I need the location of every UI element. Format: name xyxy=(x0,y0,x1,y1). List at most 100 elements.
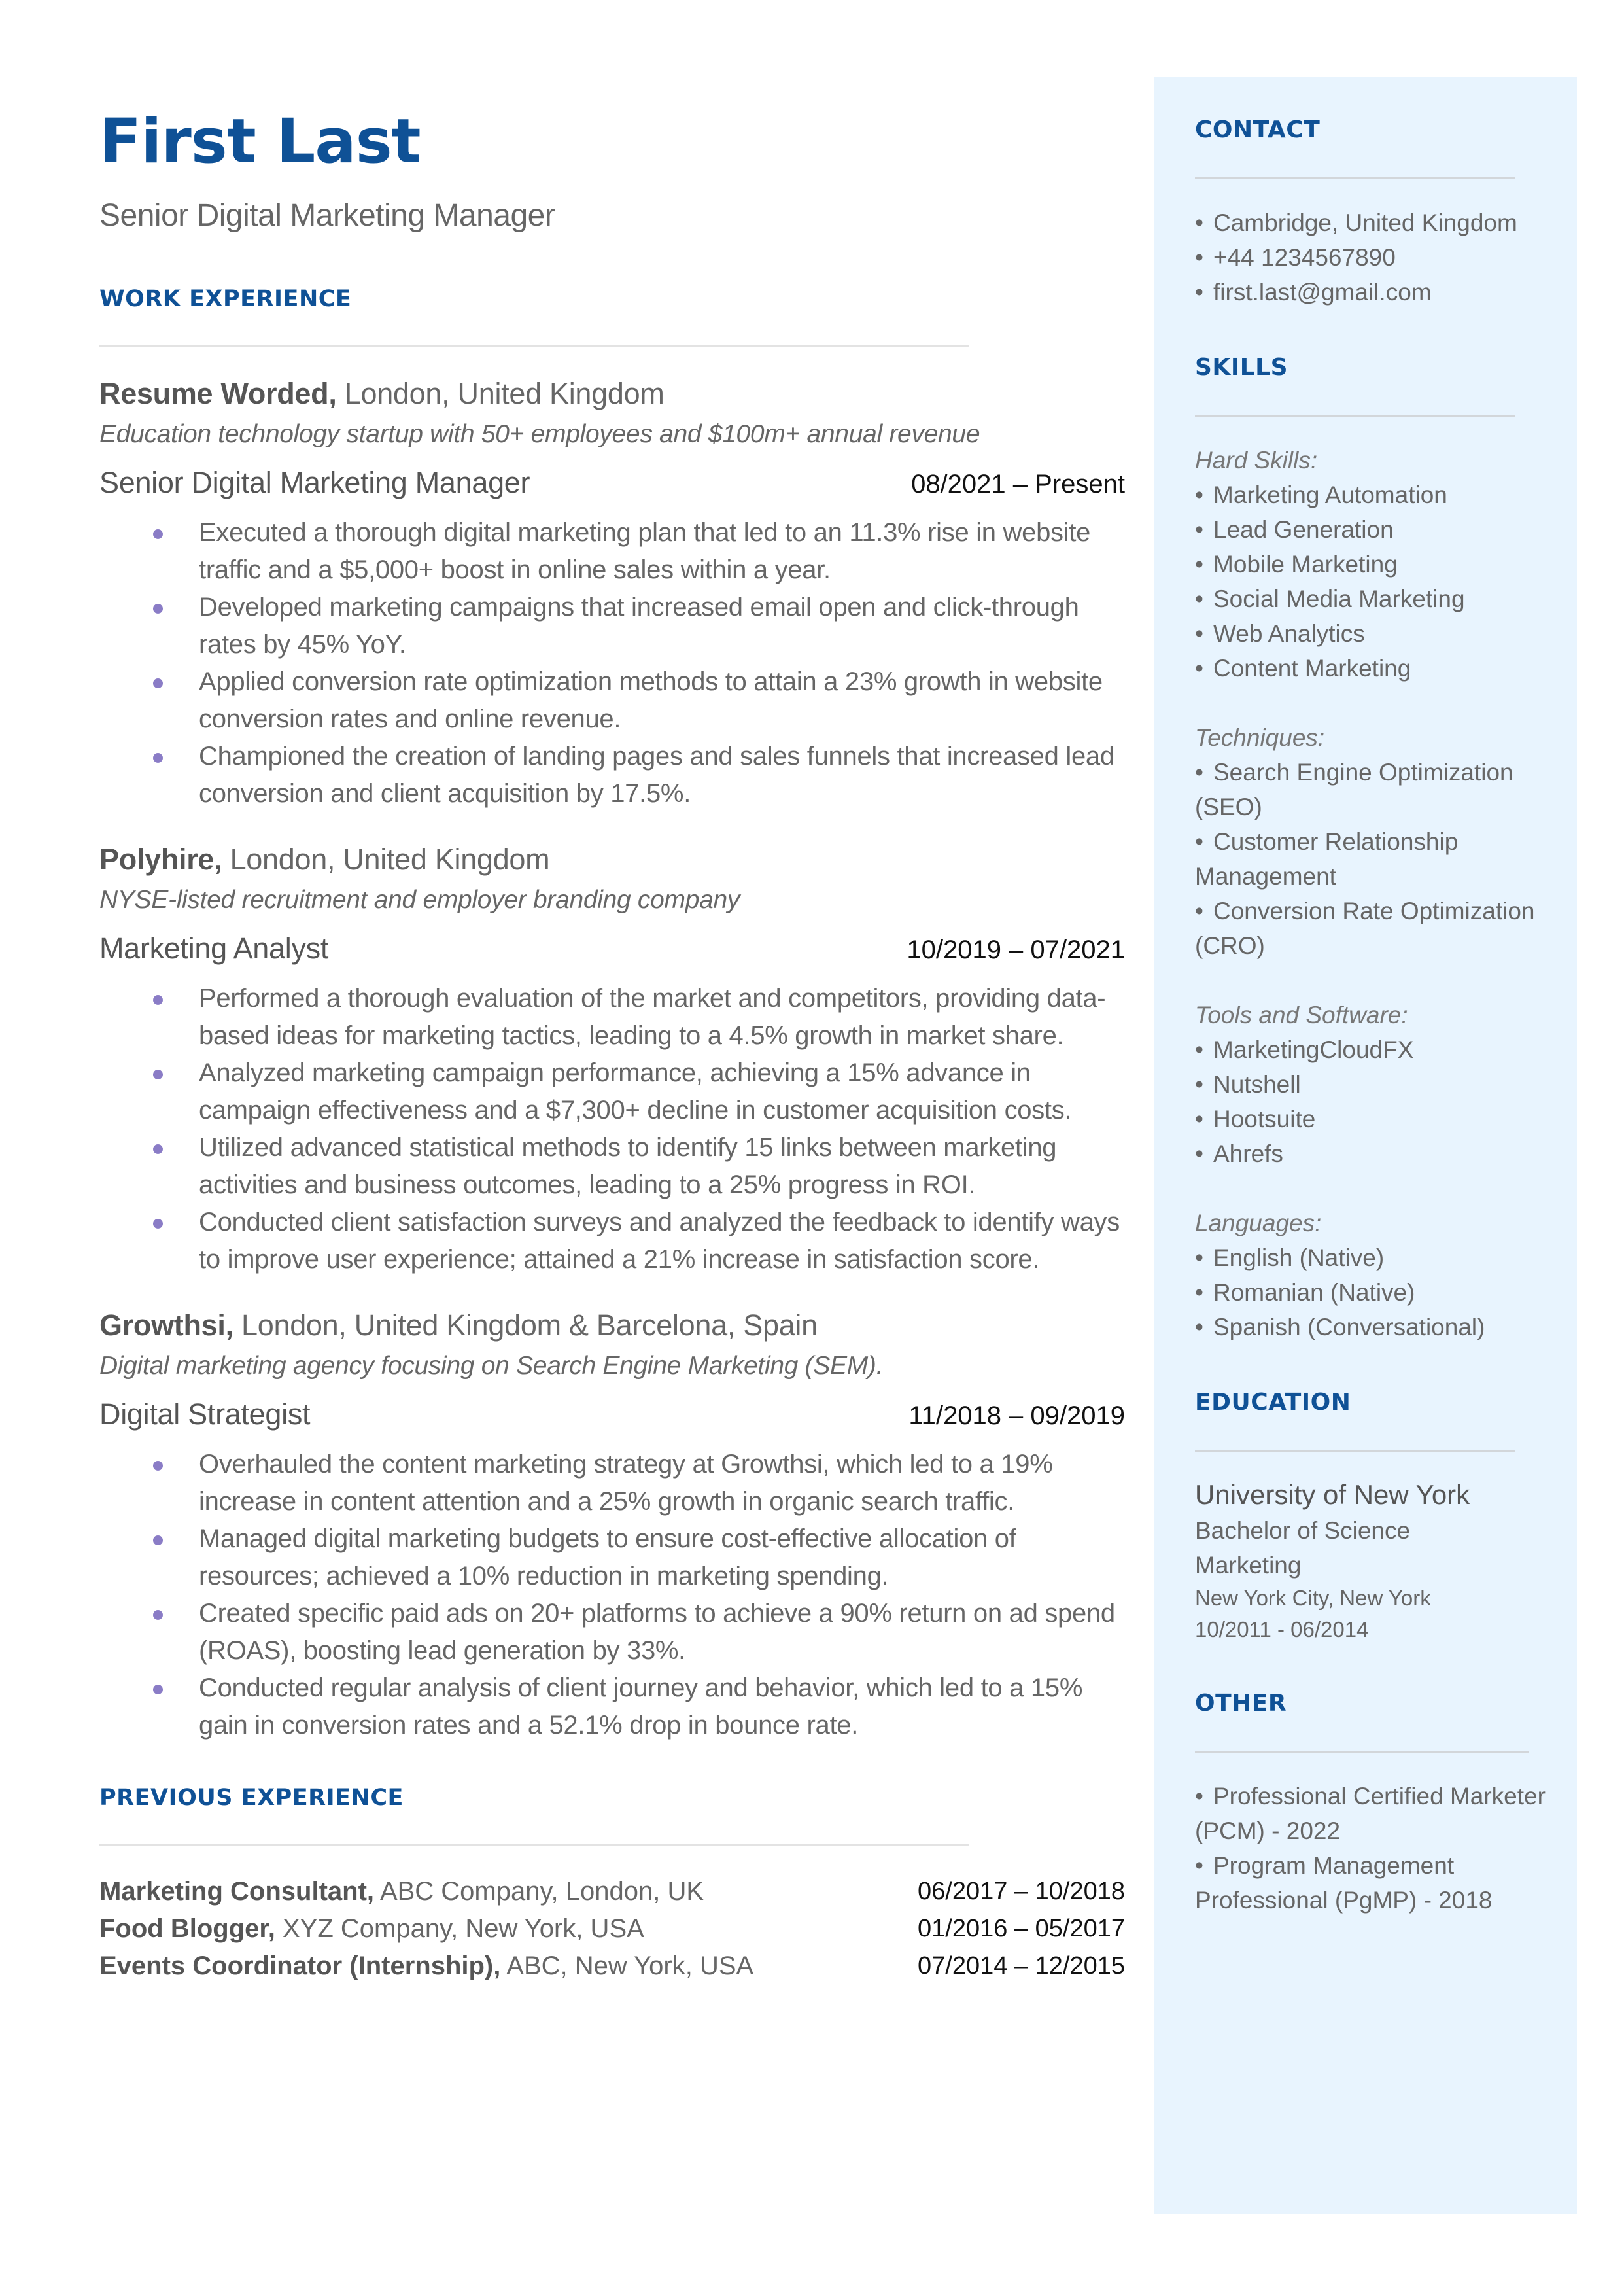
skills-groups: Hard Skills: • Marketing Automation • Lead G… xyxy=(1195,443,1561,1344)
candidate-title: Senior Digital Marketing Manager xyxy=(99,198,555,233)
skill-item-text: Spanish (Conversational) xyxy=(1213,1314,1485,1340)
skill-item: • Spanish (Conversational) xyxy=(1195,1310,1561,1344)
company-description: Digital marketing agency focusing on Sea… xyxy=(99,1352,884,1380)
achievement-text: Conducted client satisfaction surveys an… xyxy=(199,1208,1120,1274)
company-location: London, United Kingdom xyxy=(222,843,550,876)
contact-item: • Cambridge, United Kingdom xyxy=(1195,205,1561,240)
skill-item: • Romanian (Native) xyxy=(1195,1275,1561,1310)
previous-role-dates: 06/2017 – 10/2018 xyxy=(918,1878,1125,1905)
achievement-text: Utilized advanced statistical methods to… xyxy=(199,1133,1057,1199)
skill-item-text: Mobile Marketing xyxy=(1213,551,1398,578)
previous-role: Food Blogger, XYZ Company, New York, USA xyxy=(99,1910,644,1948)
skill-item: • Content Marketing xyxy=(1195,651,1561,686)
achievement-text: Executed a thorough digital marketing pl… xyxy=(199,518,1091,584)
bullet-icon: • xyxy=(1195,1852,1203,1879)
achievement-item: Overhauled the content marketing strateg… xyxy=(99,1446,1125,1520)
previous-role: Events Coordinator (Internship), ABC, Ne… xyxy=(99,1948,753,1985)
bullet-icon xyxy=(153,678,163,688)
skill-item-text: Romanian (Native) xyxy=(1213,1279,1415,1306)
other-item-text: Professional Certified Marketer (PCM) - … xyxy=(1195,1783,1546,1844)
bullet-icon xyxy=(153,753,163,763)
previous-role: Marketing Consultant, ABC Company, Londo… xyxy=(99,1873,704,1910)
section-divider xyxy=(1195,1450,1515,1452)
bullet-icon xyxy=(153,529,163,539)
achievement-text: Overhauled the content marketing strateg… xyxy=(199,1450,1053,1516)
achievement-text: Championed the creation of landing pages… xyxy=(199,742,1114,808)
previous-experience-heading: PREVIOUS EXPERIENCE xyxy=(99,1785,404,1811)
company-description: NYSE-listed recruitment and employer bra… xyxy=(99,886,740,914)
achievement-list: Executed a thorough digital marketing pl… xyxy=(99,514,1125,813)
bullet-icon: • xyxy=(1195,620,1203,647)
candidate-name: First Last xyxy=(99,106,421,177)
section-divider xyxy=(99,345,969,347)
skill-item: • MarketingCloudFX xyxy=(1195,1032,1561,1067)
role-row: Marketing Analyst 10/2019 – 07/2021 xyxy=(99,932,1125,966)
previous-role-title: Food Blogger, xyxy=(99,1914,275,1943)
contact-item-text: first.last@gmail.com xyxy=(1213,279,1432,306)
skill-list: • MarketingCloudFX • Nutshell • Hootsuite • Ahr… xyxy=(1195,1032,1561,1171)
bullet-icon: • xyxy=(1195,1071,1203,1098)
bullet-icon: • xyxy=(1195,828,1203,855)
skill-item-text: Social Media Marketing xyxy=(1213,586,1465,612)
contact-item: • first.last@gmail.com xyxy=(1195,275,1561,309)
bullet-icon xyxy=(153,1535,163,1545)
skill-item: • Hootsuite xyxy=(1195,1102,1561,1136)
bullet-icon: • xyxy=(1195,482,1203,508)
achievement-item: Executed a thorough digital marketing pl… xyxy=(99,514,1125,589)
job-role: Marketing Analyst xyxy=(99,932,329,965)
achievement-text: Developed marketing campaigns that incre… xyxy=(199,593,1079,659)
skill-group-label: Tools and Software: xyxy=(1195,1002,1408,1028)
previous-role-title: Marketing Consultant, xyxy=(99,1877,375,1906)
job-role: Digital Strategist xyxy=(99,1397,311,1431)
bullet-icon: • xyxy=(1195,516,1203,543)
achievement-item: Managed digital marketing budgets to ens… xyxy=(99,1520,1125,1595)
bullet-icon: • xyxy=(1195,279,1203,306)
skill-group-label: Hard Skills: xyxy=(1195,447,1318,474)
bullet-icon: • xyxy=(1195,1279,1203,1306)
skill-item-text: Lead Generation xyxy=(1213,516,1394,543)
achievement-item: Analyzed marketing campaign performance,… xyxy=(99,1055,1125,1129)
role-row: Senior Digital Marketing Manager 08/2021 … xyxy=(99,466,1125,500)
skill-item-text: Customer Relationship Management xyxy=(1195,828,1459,890)
achievement-item: Applied conversion rate optimization met… xyxy=(99,663,1125,738)
section-divider xyxy=(99,1844,969,1846)
job-entry: Polyhire, London, United Kingdom NYSE-lis… xyxy=(99,843,1125,1278)
main-column: First Last Senior Digital Marketing Mana… xyxy=(99,111,1125,1985)
skill-list: • Marketing Automation • Lead Generation • Mo… xyxy=(1195,478,1561,686)
skill-item: • Web Analytics xyxy=(1195,616,1561,651)
company-location: London, United Kingdom & Barcelona, Spai… xyxy=(233,1308,818,1342)
bullet-icon xyxy=(153,1610,163,1620)
achievement-item: Conducted regular analysis of client jou… xyxy=(99,1670,1125,1744)
skill-item-text: Content Marketing xyxy=(1213,655,1411,682)
skill-item: • Conversion Rate Optimization (CRO) xyxy=(1195,894,1561,963)
skill-group-label: Techniques: xyxy=(1195,724,1325,751)
other-list: • Professional Certified Marketer (PCM) -… xyxy=(1195,1779,1561,1918)
section-divider xyxy=(1195,1751,1529,1753)
bullet-icon xyxy=(153,1219,163,1229)
skill-item-text: Search Engine Optimization (SEO) xyxy=(1195,759,1513,820)
contact-heading: CONTACT xyxy=(1195,116,1321,143)
achievement-text: Analyzed marketing campaign performance,… xyxy=(199,1059,1072,1125)
sidebar: CONTACT • Cambridge, United Kingdom • +44 1… xyxy=(1154,77,1577,2214)
bullet-icon: • xyxy=(1195,1244,1203,1271)
work-experience-heading: WORK EXPERIENCE xyxy=(99,286,352,312)
skill-item: • Marketing Automation xyxy=(1195,478,1561,512)
skill-item-text: English (Native) xyxy=(1213,1244,1385,1271)
job-dates: 08/2021 – Present xyxy=(911,470,1125,499)
education-degree: Bachelor of Science xyxy=(1195,1517,1411,1544)
skill-list: • English (Native) • Romanian (Native) • Span… xyxy=(1195,1240,1561,1344)
achievement-text: Conducted regular analysis of client jou… xyxy=(199,1673,1083,1740)
skill-item: • Social Media Marketing xyxy=(1195,582,1561,616)
contact-item-text: Cambridge, United Kingdom xyxy=(1213,209,1517,236)
company-line: Growthsi, London, United Kingdom & Barce… xyxy=(99,1308,1125,1342)
job-entry: Resume Worded, London, United Kingdom Edu… xyxy=(99,377,1125,813)
skill-item-text: Conversion Rate Optimization (CRO) xyxy=(1195,898,1535,959)
company-name: Growthsi, xyxy=(99,1308,233,1342)
education-heading: EDUCATION xyxy=(1195,1389,1351,1416)
skill-group-label: Languages: xyxy=(1195,1210,1322,1236)
skill-item-text: Nutshell xyxy=(1213,1071,1301,1098)
education-school: University of New York xyxy=(1195,1479,1470,1510)
previous-role-org: ABC, New York, USA xyxy=(500,1952,754,1980)
previous-role-dates: 01/2016 – 05/2017 xyxy=(918,1915,1125,1942)
company-name: Polyhire, xyxy=(99,843,222,876)
